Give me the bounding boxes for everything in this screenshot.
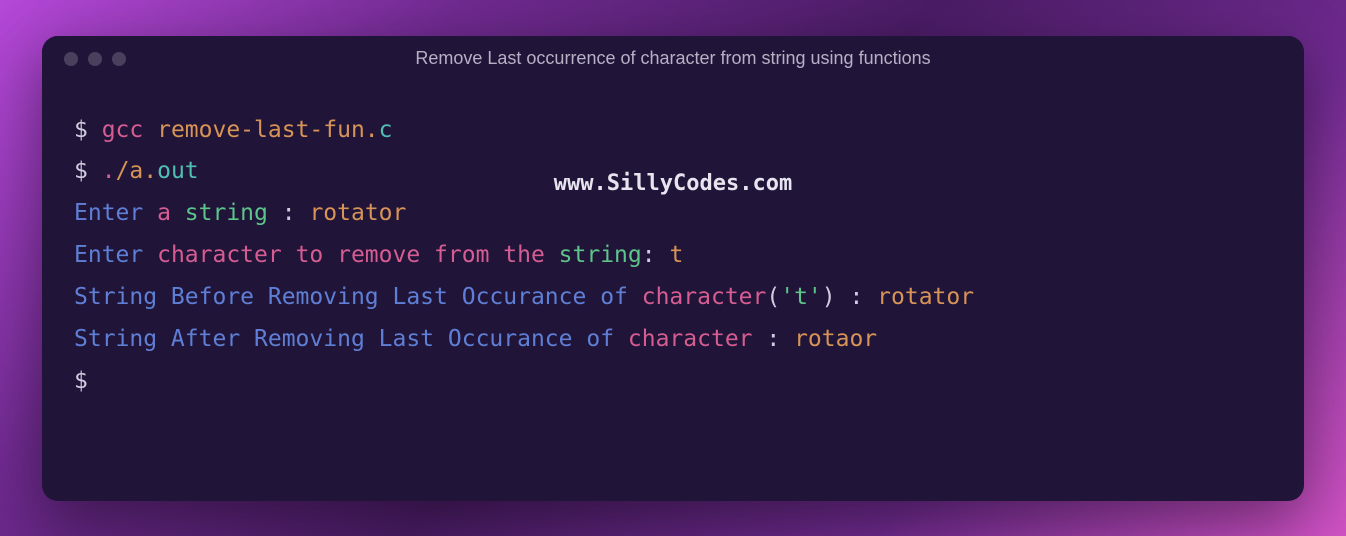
prompt: $ (74, 368, 102, 394)
quoted: 't' (780, 284, 822, 310)
args: remove-last-fun. (143, 117, 378, 143)
output-value: rotator (309, 200, 406, 226)
terminal-window: Remove Last occurrence of character from… (42, 36, 1304, 501)
output-value: rotator (877, 284, 974, 310)
terminal-line: Enter character to remove from the strin… (74, 235, 1272, 277)
traffic-lights (64, 52, 126, 66)
output-colon: : (268, 200, 310, 226)
output-value: rotaor (794, 326, 877, 352)
terminal-line: Enter a string : rotator (74, 193, 1272, 235)
dot: . (102, 158, 116, 184)
path: /a. (116, 158, 158, 184)
output-char: character (642, 284, 767, 310)
terminal-line: $ gcc remove-last-fun.c (74, 110, 1272, 152)
maximize-icon[interactable] (112, 52, 126, 66)
window-titlebar: Remove Last occurrence of character from… (42, 36, 1304, 82)
ext: out (157, 158, 199, 184)
prompt: $ (74, 158, 102, 184)
close: ) : (822, 284, 877, 310)
output-word: character to remove from the (143, 242, 558, 268)
output-word: Enter (74, 242, 143, 268)
terminal-line: String After Removing Last Occurance of … (74, 319, 1272, 361)
minimize-icon[interactable] (88, 52, 102, 66)
command: gcc (102, 117, 144, 143)
output-colon: : (753, 326, 795, 352)
output-char: character (628, 326, 753, 352)
output-value: t (669, 242, 683, 268)
output-word: string (185, 200, 268, 226)
terminal-content[interactable]: www.SillyCodes.com $ gcc remove-last-fun… (42, 82, 1304, 431)
ext: c (379, 117, 393, 143)
output-word: Enter (74, 200, 143, 226)
output-prefix: String Before Removing Last Occurance of (74, 284, 642, 310)
window-title: Remove Last occurrence of character from… (42, 48, 1304, 69)
output-colon: : (642, 242, 670, 268)
close-icon[interactable] (64, 52, 78, 66)
terminal-line: $ (74, 361, 1272, 403)
terminal-line: $ ./a.out (74, 151, 1272, 193)
paren: ( (766, 284, 780, 310)
output-word: a (143, 200, 185, 226)
terminal-line: String Before Removing Last Occurance of… (74, 277, 1272, 319)
output-prefix: String After Removing Last Occurance of (74, 326, 628, 352)
output-word: string (559, 242, 642, 268)
prompt: $ (74, 117, 102, 143)
